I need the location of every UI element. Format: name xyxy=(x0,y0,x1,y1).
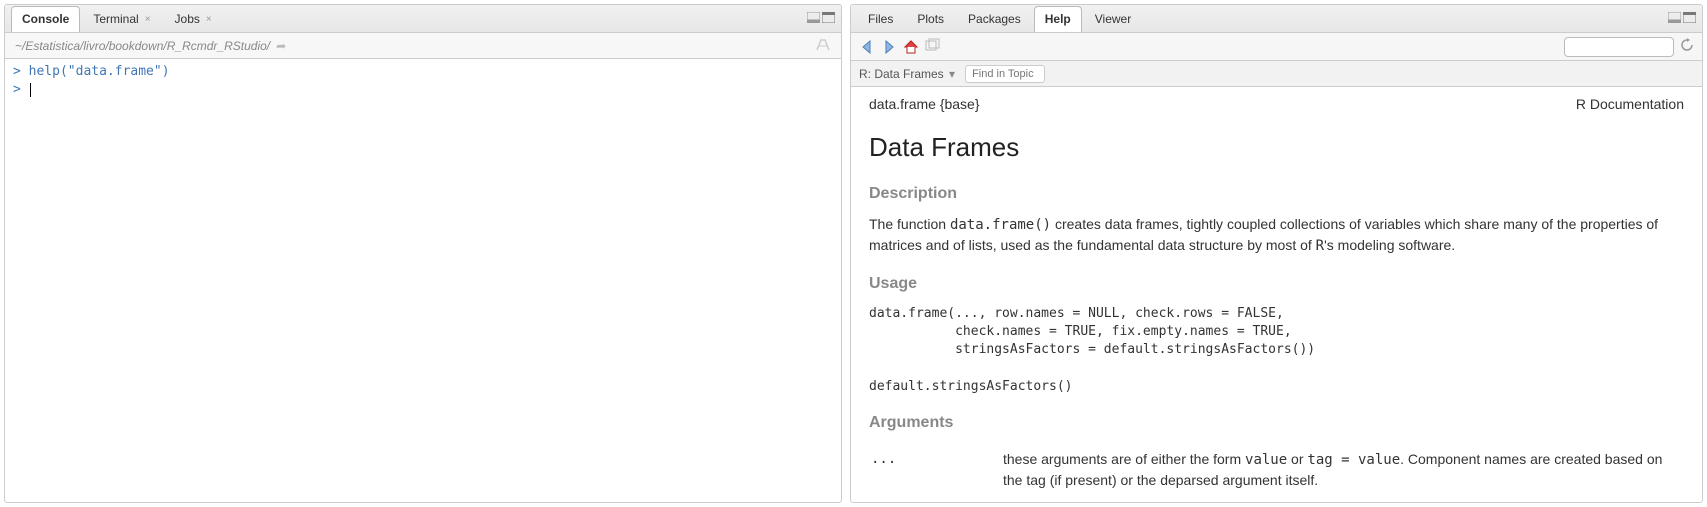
help-search-input[interactable] xyxy=(1564,37,1674,57)
console-path-bar: ~/Estatistica/livro/bookdown/R_Rcmdr_RSt… xyxy=(5,33,841,59)
minimize-icon[interactable] xyxy=(1668,12,1681,25)
description-text: The function data.frame() creates data f… xyxy=(869,215,1684,256)
help-content[interactable]: data.frame {base} R Documentation Data F… xyxy=(851,87,1702,502)
tab-console[interactable]: Console xyxy=(11,6,80,32)
topic-bar: R: Data Frames ▾ xyxy=(851,61,1702,87)
close-icon[interactable]: × xyxy=(145,14,151,25)
console-prompt: > xyxy=(13,64,21,79)
text-cursor xyxy=(30,83,31,97)
working-directory: ~/Estatistica/livro/bookdown/R_Rcmdr_RSt… xyxy=(15,39,270,53)
table-row: row.names NULL or a single integer or ch… xyxy=(871,496,1682,502)
window-controls xyxy=(807,12,841,25)
close-icon[interactable]: × xyxy=(206,14,212,25)
tab-terminal[interactable]: Terminal × xyxy=(82,6,161,32)
tab-packages[interactable]: Packages xyxy=(957,6,1032,32)
tab-label: Help xyxy=(1045,12,1071,26)
tab-label: Jobs xyxy=(175,12,200,26)
minimize-icon[interactable] xyxy=(807,12,820,25)
console-pane: Console Terminal × Jobs × ~/Estatistica/… xyxy=(4,4,842,503)
chevron-down-icon: ▾ xyxy=(949,67,955,81)
maximize-icon[interactable] xyxy=(822,12,835,25)
search-area xyxy=(1564,37,1694,57)
open-new-window-icon[interactable] xyxy=(925,38,940,56)
usage-code: data.frame(..., row.names = NULL, check.… xyxy=(869,305,1684,396)
arg-desc: NULL or a single integer or character st… xyxy=(1003,496,1682,502)
topic-breadcrumb[interactable]: R: Data Frames ▾ xyxy=(859,67,955,81)
tab-files[interactable]: Files xyxy=(857,6,904,32)
arguments-table: ... these arguments are of either the fo… xyxy=(869,444,1684,502)
console-prompt: > xyxy=(13,82,21,97)
tab-label: Terminal xyxy=(93,12,138,26)
home-icon[interactable] xyxy=(903,39,919,55)
tab-jobs[interactable]: Jobs × xyxy=(164,6,223,32)
tab-viewer[interactable]: Viewer xyxy=(1084,6,1142,32)
console-output[interactable]: > help("data.frame") > xyxy=(5,59,841,502)
help-doc-label: R Documentation xyxy=(1576,95,1684,115)
section-arguments: Arguments xyxy=(869,412,1684,434)
table-row: ... these arguments are of either the fo… xyxy=(871,446,1682,494)
window-controls xyxy=(1668,12,1702,25)
console-command: help("data.frame") xyxy=(29,64,170,79)
back-icon[interactable] xyxy=(859,39,875,55)
tab-label: Files xyxy=(868,12,893,26)
tab-label: Packages xyxy=(968,12,1021,26)
tab-label: Viewer xyxy=(1095,12,1131,26)
refresh-icon[interactable] xyxy=(1680,38,1694,55)
maximize-icon[interactable] xyxy=(1683,12,1696,25)
page-title: Data Frames xyxy=(869,129,1684,165)
breadcrumb-text: R: Data Frames xyxy=(859,67,944,81)
section-usage: Usage xyxy=(869,273,1684,295)
forward-icon[interactable] xyxy=(881,39,897,55)
left-tabbar: Console Terminal × Jobs × xyxy=(5,5,841,33)
find-in-topic-input[interactable] xyxy=(965,65,1045,83)
right-tabbar: Files Plots Packages Help Viewer xyxy=(851,5,1702,33)
arg-name: row.names xyxy=(871,496,1001,502)
tab-plots[interactable]: Plots xyxy=(906,6,955,32)
section-description: Description xyxy=(869,183,1684,205)
arg-name: ... xyxy=(871,446,1001,494)
arg-desc: these arguments are of either the form v… xyxy=(1003,446,1682,494)
goto-dir-icon[interactable]: ➦ xyxy=(276,39,286,53)
help-pkg-header: data.frame {base} xyxy=(869,95,980,115)
tab-help[interactable]: Help xyxy=(1034,6,1082,32)
tab-label: Console xyxy=(22,12,69,26)
help-pane: Files Plots Packages Help Viewer xyxy=(850,4,1703,503)
help-header: data.frame {base} R Documentation xyxy=(869,95,1684,115)
tab-label: Plots xyxy=(917,12,944,26)
clear-console-icon[interactable] xyxy=(815,36,831,55)
help-toolbar xyxy=(851,33,1702,61)
